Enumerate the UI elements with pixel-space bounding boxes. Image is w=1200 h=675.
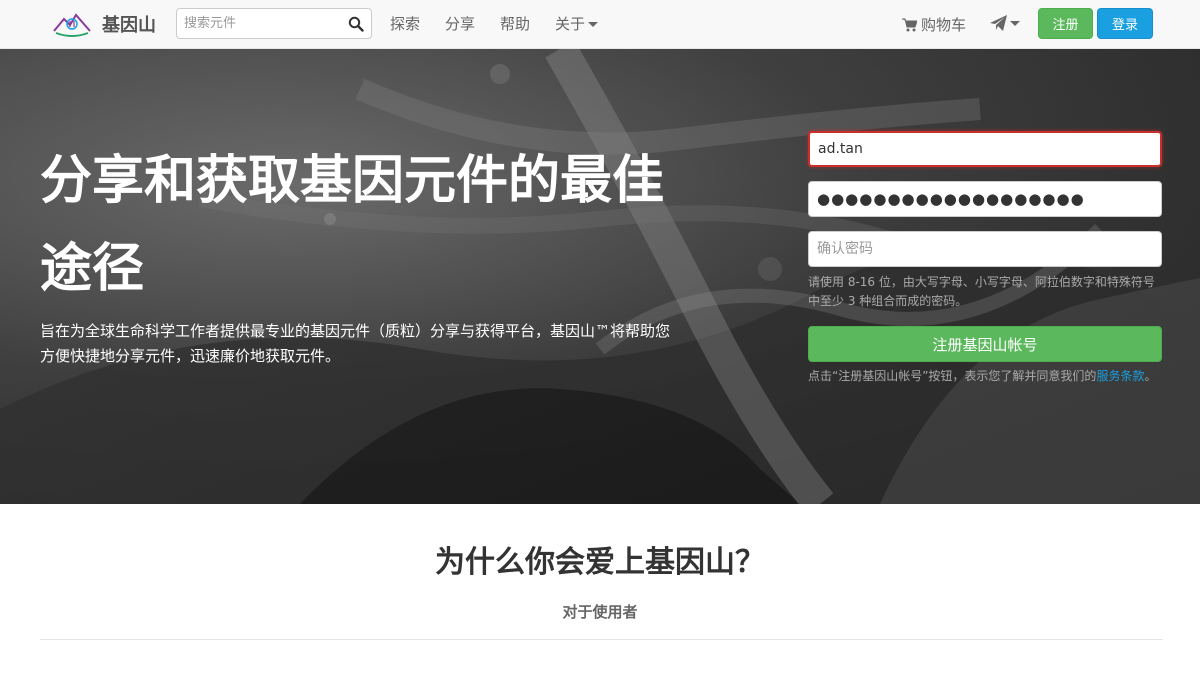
shopping-cart-icon xyxy=(902,18,917,31)
brand-name: 基因山 xyxy=(102,15,156,36)
search-icon[interactable] xyxy=(348,16,364,32)
chevron-down-icon xyxy=(588,22,599,27)
hero-section: 分享和获取基因元件的最佳途径 旨在为全球生命科学工作者提供最专业的基因元件（质粒… xyxy=(0,49,1200,504)
search-box xyxy=(176,8,372,39)
hero-title: 分享和获取基因元件的最佳途径 xyxy=(40,151,665,299)
nav-share[interactable]: 分享 xyxy=(445,14,475,34)
register-button[interactable]: 注册 xyxy=(1038,8,1093,39)
brand-link[interactable]: 基因山 xyxy=(52,9,156,39)
nav-help[interactable]: 帮助 xyxy=(500,14,530,34)
terms-suffix: 。 xyxy=(1144,369,1157,383)
section-divider xyxy=(40,639,1163,640)
confirm-password-field[interactable] xyxy=(808,231,1162,267)
chevron-down-icon xyxy=(1010,20,1020,26)
hero-description: 旨在为全球生命科学工作者提供最专业的基因元件（质粒）分享与获得平台，基因山™将帮… xyxy=(40,322,671,365)
password-field[interactable]: ●●●●●●●●●●●●●●●●●●● xyxy=(808,181,1162,217)
search-input[interactable] xyxy=(177,9,337,38)
password-hint: 请使用 8-16 位，由大写字母、小写字母、阿拉伯数字和特殊符号中至少 3 种组… xyxy=(808,275,1155,308)
logo-icon xyxy=(53,13,91,37)
messages-dropdown[interactable] xyxy=(990,15,1020,31)
terms-link[interactable]: 服务条款 xyxy=(1096,369,1144,383)
terms-notice: 点击“注册基因山帐号”按钮，表示您了解并同意我们的服务条款。 xyxy=(808,367,1162,386)
nav-about-label: 关于 xyxy=(555,15,586,33)
username-field[interactable] xyxy=(808,131,1162,167)
signup-submit-button[interactable]: 注册基因山帐号 xyxy=(808,326,1162,362)
why-section-subtitle[interactable]: 对于使用者 xyxy=(0,601,1200,622)
why-section-title: 为什么你会爱上基因山？ xyxy=(435,545,765,580)
paper-plane-icon xyxy=(990,15,1007,31)
cart-label: 购物车 xyxy=(921,16,967,34)
top-navbar: 基因山 探索 分享 帮助 关于 购物车 注册 登录 xyxy=(0,0,1200,49)
terms-prefix: 点击“注册基因山帐号”按钮，表示您了解并同意我们的 xyxy=(808,369,1097,383)
nav-about-dropdown[interactable]: 关于 xyxy=(555,14,599,34)
login-button[interactable]: 登录 xyxy=(1097,8,1153,39)
nav-explore[interactable]: 探索 xyxy=(390,14,420,34)
cart-link[interactable]: 购物车 xyxy=(902,14,966,35)
